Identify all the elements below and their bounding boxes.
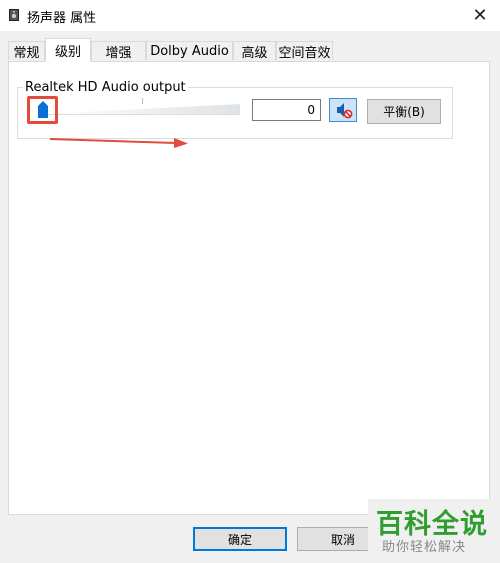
title-bar: 扬声器 属性 ✕ [0,0,500,31]
balance-button[interactable]: 平衡(B) [367,99,441,124]
watermark-subtitle: 助你轻松解决 [382,540,467,555]
slider-tick [142,98,143,104]
slider-base [39,114,240,115]
levels-panel: Realtek HD Audio output 0 平衡(B) [8,61,490,515]
window-title: 扬声器 属性 [27,11,97,26]
tab-spatial-sound[interactable]: 空间音效 [276,41,333,61]
speaker-muted-icon [337,103,353,119]
tab-general[interactable]: 常规 [8,41,45,61]
tab-dolby-audio[interactable]: Dolby Audio [146,41,233,60]
close-button[interactable]: ✕ [460,0,500,31]
mute-button[interactable] [329,98,357,122]
tab-levels[interactable]: 级别 [45,38,91,62]
tab-enhancements[interactable]: 增强 [91,41,146,61]
volume-input[interactable]: 0 [252,99,321,121]
annotation-arrow [50,138,188,148]
ok-button[interactable]: 确定 [193,527,287,551]
close-icon: ✕ [472,5,488,26]
device-label: Realtek HD Audio output [23,80,188,95]
highlight-box [27,96,58,124]
speaker-icon [9,9,19,21]
tab-advanced[interactable]: 高级 [233,41,276,61]
